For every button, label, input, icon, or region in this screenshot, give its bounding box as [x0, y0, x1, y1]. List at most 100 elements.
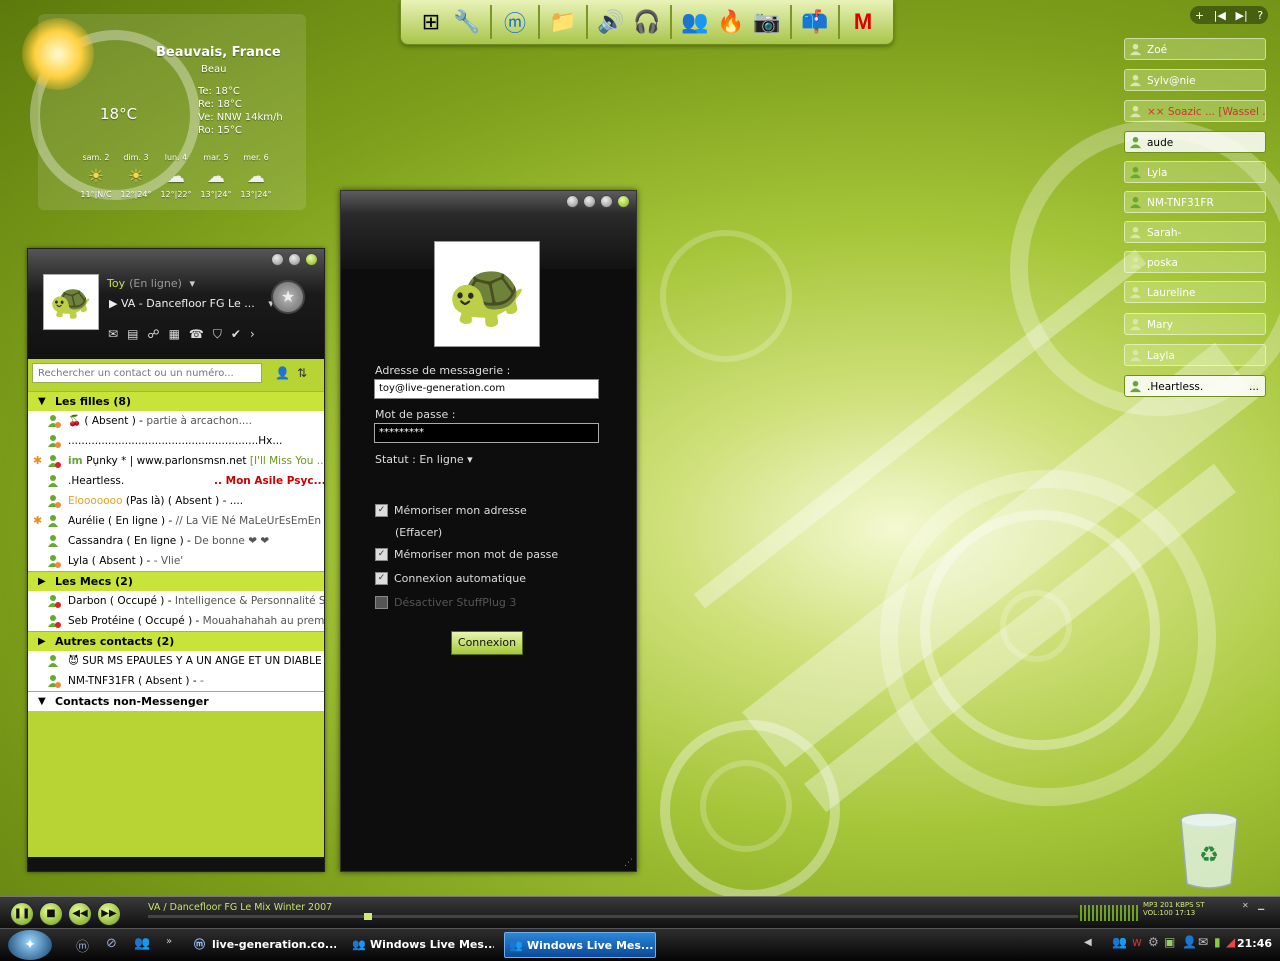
buddy-widget[interactable]: ×× Soazic ... [Wassel ...: [1124, 100, 1266, 122]
buddy-widget[interactable]: .Heartless....: [1124, 375, 1266, 397]
recycle-bin-icon[interactable]: ♻: [1175, 808, 1243, 892]
buddy-widget[interactable]: aude: [1124, 131, 1266, 153]
erase-link[interactable]: (Effacer): [395, 526, 442, 539]
help-button[interactable]: ?: [1257, 9, 1263, 22]
chevron-left-icon[interactable]: ◀: [1084, 937, 1092, 948]
folder-icon[interactable]: 📁: [547, 6, 579, 38]
remember-address-checkbox[interactable]: ✓ Mémoriser mon adresse: [375, 504, 527, 517]
contact-row[interactable]: ✱ Aurélie ( En ligne ) - // La ViE Né Ma…: [28, 511, 324, 531]
star-button[interactable]: ★: [271, 280, 305, 314]
status-selector[interactable]: Statut : En ligne ▾: [375, 453, 473, 466]
contact-row[interactable]: NM-TNF31FR ( Absent ) - -: [28, 671, 324, 691]
seek-bar[interactable]: [148, 913, 1078, 920]
buddy-widget[interactable]: Zoé: [1124, 38, 1266, 60]
mail-icon[interactable]: ✉: [108, 327, 118, 342]
group-header[interactable]: Les Mecs (2): [28, 571, 324, 591]
group-header[interactable]: Les filles (8): [28, 391, 324, 411]
mailbox-icon[interactable]: 📫: [799, 6, 831, 38]
connect-button[interactable]: Connexion: [451, 631, 523, 655]
password-field[interactable]: *********: [374, 423, 599, 443]
buddy-widget[interactable]: Lyla: [1124, 161, 1266, 183]
minimize-icon[interactable]: ▁: [1258, 901, 1264, 910]
shield-icon[interactable]: ⛉: [213, 327, 222, 342]
contact-row[interactable]: ✱ im Pụnky * | www.parlonsmsn.net [I'll …: [28, 451, 324, 471]
user-icon[interactable]: 👤: [1182, 935, 1197, 949]
sort-icon[interactable]: ⇅: [297, 366, 307, 380]
group-header[interactable]: Autres contacts (2): [28, 631, 324, 651]
messenger-icon[interactable]: 👥: [134, 936, 150, 951]
maxthon-icon[interactable]: ⓜ: [76, 936, 89, 955]
minimize-button[interactable]: [271, 253, 284, 266]
contact-row[interactable]: Darbon ( Occupé ) - Intelligence & Perso…: [28, 591, 324, 611]
previous-button[interactable]: |◀: [1214, 9, 1226, 22]
auto-connect-checkbox[interactable]: ✓ Connexion automatique: [375, 572, 526, 585]
chat-icon[interactable]: ✉: [1198, 935, 1208, 949]
headphones-icon[interactable]: 🎧: [631, 6, 663, 38]
buddy-widget[interactable]: Layla: [1124, 344, 1266, 366]
minimize-button[interactable]: [583, 195, 596, 208]
messenger-tray-icon[interactable]: 👥: [1112, 935, 1127, 949]
close-button[interactable]: [305, 253, 318, 266]
contact-row[interactable]: Seb Protéine ( Occupé ) - Mouahahahah au…: [28, 611, 324, 631]
taskbar-button[interactable]: 👥 Windows Live Mes...: [348, 932, 494, 958]
buddy-widget[interactable]: Sylv@nie: [1124, 69, 1266, 91]
next-button[interactable]: ▶|: [1235, 9, 1247, 22]
spaces-icon[interactable]: ▤: [127, 327, 138, 342]
close-icon[interactable]: ✕: [1242, 901, 1249, 910]
group-header[interactable]: Contacts non-Messenger: [28, 691, 324, 711]
resize-grip[interactable]: ⋰: [624, 858, 633, 868]
maximize-button[interactable]: [600, 195, 613, 208]
contact-row[interactable]: 😈 SUR MS EPAULES Y A UN ANGE ET UN DIABL…: [28, 651, 324, 671]
clock[interactable]: 21:46: [1237, 937, 1272, 950]
buddy-widget[interactable]: NM-TNF31FR: [1124, 191, 1266, 213]
antivirus-icon[interactable]: w: [1132, 935, 1142, 949]
phone-icon[interactable]: ☎: [189, 327, 204, 342]
buddy-widget[interactable]: Sarah-: [1124, 221, 1266, 243]
contact-row[interactable]: Cassandra ( En ligne ) - De bonne ❤ ❤: [28, 531, 324, 551]
contact-row[interactable]: Elooooooo (Pas là) ( Absent ) - ....: [28, 491, 324, 511]
firewall-icon[interactable]: 🔥: [715, 6, 747, 38]
camera-icon[interactable]: 📷: [751, 6, 783, 38]
more-icon[interactable]: ›: [250, 327, 255, 342]
tools-icon[interactable]: 🔧: [451, 6, 483, 38]
network-icon[interactable]: ⚙: [1148, 935, 1159, 949]
next-button[interactable]: ▶▶: [97, 902, 121, 926]
speaker-icon[interactable]: 🔊: [595, 6, 627, 38]
browser-icon[interactable]: ⊘: [106, 936, 117, 951]
live-icon[interactable]: ✔: [231, 327, 241, 342]
mcafee-icon[interactable]: M: [847, 6, 879, 38]
taskbar-button[interactable]: ⓜ live-generation.co...: [190, 932, 336, 958]
add-contact-icon[interactable]: 👤: [275, 366, 290, 380]
contact-row[interactable]: 🍒 ( Absent ) - partie à arcachon....: [28, 411, 324, 431]
pause-button[interactable]: ❚❚: [10, 902, 34, 926]
contact-row[interactable]: .Heartless. .. Mon Asile Psyc...: [28, 471, 324, 491]
signal-icon[interactable]: ▮: [1214, 935, 1221, 949]
more-button[interactable]: ...: [1249, 376, 1259, 396]
screen-icon[interactable]: ▣: [1164, 935, 1175, 949]
previous-button[interactable]: ◀◀: [68, 902, 92, 926]
maxthon-icon[interactable]: ⓜ: [499, 6, 531, 38]
buddy-widget[interactable]: Mary: [1124, 313, 1266, 335]
buddy-widget[interactable]: Laureline: [1124, 281, 1266, 303]
now-playing[interactable]: ▶ VA - Dancefloor FG Le ... ▾: [109, 297, 274, 310]
start-button[interactable]: ✦: [8, 930, 52, 960]
expand-icon[interactable]: »: [166, 936, 172, 947]
maximize-button[interactable]: [288, 253, 301, 266]
windows-icon[interactable]: ⊞: [415, 6, 447, 38]
taskbar-button[interactable]: 👥 Windows Live Mes...: [504, 932, 656, 958]
messenger-icon[interactable]: 👥: [679, 6, 711, 38]
buddy-widget[interactable]: poska: [1124, 251, 1266, 273]
user-avatar[interactable]: 🐢: [43, 274, 99, 330]
contacts-icon[interactable]: ☍: [147, 327, 159, 342]
contact-row[interactable]: ........................................…: [28, 431, 324, 451]
stop-button[interactable]: ■: [39, 902, 63, 926]
user-name[interactable]: Toy (En ligne) ▾: [107, 277, 195, 290]
close-button[interactable]: [617, 195, 630, 208]
search-input[interactable]: Rechercher un contact ou un numéro...: [32, 363, 262, 383]
volume-icon[interactable]: ◢: [1226, 935, 1235, 949]
remember-password-checkbox[interactable]: ✓ Mémoriser mon mot de passe: [375, 548, 558, 561]
display-picture[interactable]: 🐢: [434, 241, 540, 347]
add-button[interactable]: +: [1195, 9, 1204, 22]
email-field[interactable]: toy@live-generation.com: [374, 379, 599, 399]
contact-row[interactable]: Lyla ( Absent ) - - Vlie': [28, 551, 324, 571]
